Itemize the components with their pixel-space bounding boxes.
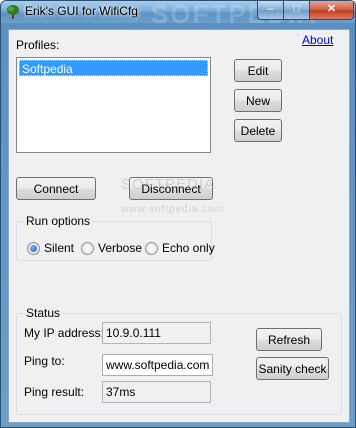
client-area: Profiles: About Softpedia Edit New Delet… <box>8 29 350 423</box>
connect-button[interactable]: Connect <box>16 177 96 200</box>
ping-result-field: 37ms <box>102 381 211 403</box>
radio-button-icon[interactable] <box>81 242 94 255</box>
softpedia-watermark: SOFTPEDIA <box>121 176 216 193</box>
close-button[interactable]: ✕ <box>309 1 354 20</box>
title-bar[interactable]: Erik's GUI for WifiCfg SOFTPEDIA – □ ✕ <box>1 1 355 29</box>
new-button[interactable]: New <box>234 89 282 112</box>
app-window: Erik's GUI for WifiCfg SOFTPEDIA – □ ✕ P… <box>0 0 356 428</box>
softpedia-watermark-url: www.softpedia.com <box>121 204 225 215</box>
profile-item-softpedia[interactable]: Softpedia <box>19 60 208 76</box>
refresh-button[interactable]: Refresh <box>256 328 322 351</box>
ping-to-input[interactable]: www.softpedia.com <box>102 354 213 376</box>
radio-button-icon[interactable] <box>27 242 40 255</box>
ping-to-label: Ping to: <box>24 354 65 368</box>
run-options-group: Run options Silent Verbose Echo only <box>16 214 215 261</box>
run-options-label: Run options <box>24 214 93 228</box>
tree-icon <box>7 5 19 19</box>
radio-verbose-label: Verbose <box>98 241 143 255</box>
sanity-check-button[interactable]: Sanity check <box>256 357 329 380</box>
radio-button-icon[interactable] <box>145 242 158 255</box>
delete-button[interactable]: Delete <box>234 119 282 142</box>
minimize-button[interactable]: – <box>257 1 284 20</box>
maximize-button[interactable]: □ <box>283 1 310 20</box>
about-link[interactable]: About <box>302 33 333 47</box>
window-title: Erik's GUI for WifiCfg <box>25 4 138 18</box>
radio-silent-label: Silent <box>44 241 75 255</box>
status-label: Status <box>24 306 63 320</box>
ip-address-label: My IP address: <box>24 326 104 340</box>
ip-address-field: 10.9.0.111 <box>102 322 211 344</box>
profiles-label: Profiles: <box>16 38 60 52</box>
profiles-listbox[interactable]: Softpedia <box>16 57 211 153</box>
ping-result-label: Ping result: <box>24 385 85 399</box>
radio-echo-only-label: Echo only <box>162 241 215 255</box>
edit-button[interactable]: Edit <box>234 59 282 82</box>
